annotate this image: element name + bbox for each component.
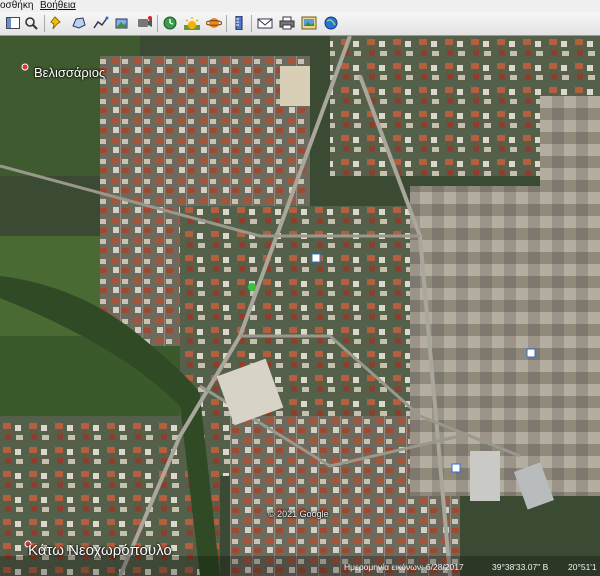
place-label[interactable]: Βελισσάριος: [34, 65, 105, 80]
satellite-map-view[interactable]: Βελισσάριος Κάτω Νεοχωρόπουλο © 2021 Goo…: [0, 36, 600, 576]
imagery-date: Ημερομηνία εικόνων: 6/28/2017: [344, 562, 464, 572]
search-button[interactable]: [22, 15, 39, 31]
toolbar-separator: [157, 15, 158, 32]
tour-button[interactable]: [136, 15, 153, 31]
polygon-button[interactable]: [70, 15, 87, 31]
menu-bar: οσθήκη Βοήθεια: [0, 0, 600, 12]
toolbar-separator: [44, 15, 45, 32]
record-tour-icon: [137, 16, 152, 27]
printer-icon: [279, 16, 294, 30]
longitude-readout: 20°51'1: [568, 562, 597, 572]
overlay-button[interactable]: [114, 15, 131, 31]
email-icon: [257, 18, 272, 29]
sunlight-button[interactable]: [183, 15, 200, 31]
historical-imagery-button[interactable]: [161, 15, 178, 31]
copyright-text: © 2021 Google: [268, 509, 329, 519]
path-icon: [92, 16, 108, 29]
image-overlay-icon: [115, 18, 127, 29]
sidebar-toggle-button[interactable]: [4, 15, 21, 31]
save-image-icon: [301, 16, 316, 30]
toolbar-separator: [226, 15, 227, 32]
ruler-button[interactable]: [230, 15, 247, 31]
pushpin-icon: [49, 16, 61, 30]
email-button[interactable]: [256, 15, 273, 31]
ruler-icon: [235, 16, 242, 30]
latitude-readout: 39°38'33.07" Β: [492, 562, 549, 572]
sun-icon: [183, 17, 200, 30]
search-icon: [24, 17, 38, 30]
satellite-imagery: [0, 36, 600, 576]
globe-icon: [324, 16, 337, 30]
menu-help[interactable]: Βοήθεια: [40, 0, 76, 12]
toolbar-separator: [251, 15, 252, 32]
status-bar: Ημερομηνία εικόνων: 6/28/2017 39°38'33.0…: [0, 556, 600, 576]
planets-button[interactable]: [205, 15, 222, 31]
toolbar: [0, 12, 600, 36]
view-in-maps-button[interactable]: [322, 15, 339, 31]
path-button[interactable]: [92, 15, 109, 31]
print-button[interactable]: [278, 15, 295, 31]
save-image-button[interactable]: [300, 15, 317, 31]
menu-add[interactable]: οσθήκη: [0, 0, 33, 12]
clock-icon: [163, 16, 176, 30]
sidebar-icon: [5, 17, 20, 29]
planet-icon: [205, 18, 222, 28]
polygon-icon: [71, 17, 86, 29]
placemark-button[interactable]: [48, 15, 65, 31]
